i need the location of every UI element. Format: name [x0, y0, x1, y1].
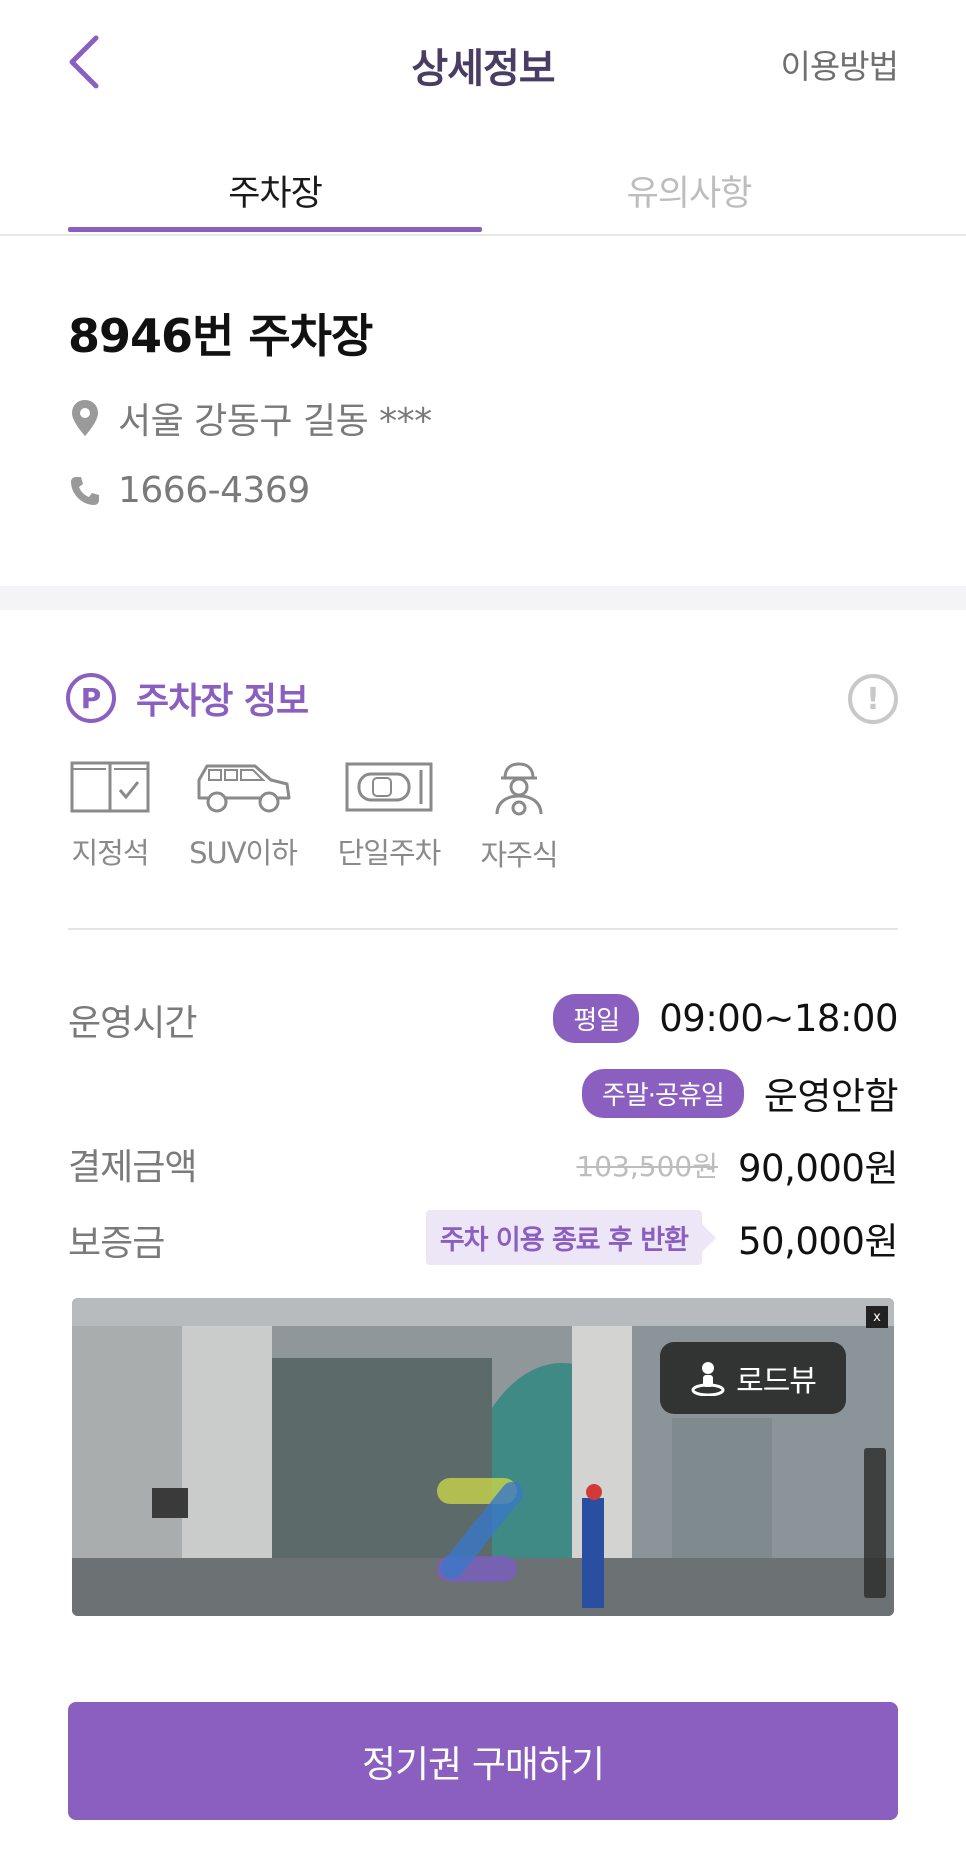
- weekday-hours: 09:00~18:00: [659, 997, 898, 1040]
- info-alert-icon[interactable]: !: [848, 674, 898, 724]
- roadview-panel[interactable]: 로드뷰 x: [72, 1298, 894, 1616]
- weekday-hours-row: 평일 09:00~18:00: [553, 994, 898, 1043]
- weekday-tag: 평일: [553, 994, 640, 1043]
- payment-label: 결제금액: [68, 1147, 197, 1188]
- feature-suv: SUV이하: [180, 760, 306, 872]
- tab-parking-lot[interactable]: 주차장: [68, 165, 482, 216]
- tab-precautions[interactable]: 유의사항: [482, 165, 896, 216]
- roadview-label: 로드뷰: [736, 1364, 817, 1399]
- weekend-tag: 주말·공휴일: [581, 1068, 744, 1118]
- phone-row[interactable]: 1666-4369: [68, 470, 310, 511]
- section-separator: [0, 586, 966, 610]
- feature-label: SUV이하: [189, 836, 298, 870]
- phone-icon: [68, 471, 102, 511]
- deposit-note: 주차 이용 종료 후 반환: [425, 1210, 717, 1265]
- suv-icon: [197, 764, 291, 813]
- weekend-hours: 운영안함: [763, 1075, 899, 1118]
- address-text: 서울 강동구 길동 ***: [118, 401, 432, 442]
- tab-bar: 주차장 유의사항: [0, 135, 966, 236]
- feature-label: 단일주차: [337, 836, 442, 870]
- person-pin-icon: [691, 1362, 725, 1396]
- active-tab-indicator: [68, 227, 482, 232]
- deposit-row: 주차 이용 종료 후 반환 50,000원: [425, 1210, 899, 1265]
- phone-number[interactable]: 1666-4369: [118, 470, 310, 511]
- lot-name: 8946번 주차장: [68, 309, 373, 363]
- feature-self-parking: 자주식: [470, 760, 568, 874]
- address-row: 서울 강동구 길동 ***: [68, 392, 432, 444]
- payment-row: 103,500원 90,000원: [576, 1138, 898, 1192]
- single-parking-icon: [345, 762, 433, 812]
- self-parking-driver-icon: [495, 762, 543, 816]
- roadview-close-button[interactable]: x: [866, 1306, 888, 1328]
- deposit-label: 보증금: [68, 1223, 165, 1264]
- parking-p-icon: P: [66, 673, 116, 723]
- feature-label: 자주식: [480, 838, 558, 872]
- header: 상세정보 이용방법: [0, 0, 966, 125]
- section-title: 주차장 정보: [136, 681, 309, 722]
- divider: [68, 928, 898, 930]
- feature-label: 지정석: [71, 836, 149, 870]
- buy-pass-button[interactable]: 정기권 구매하기: [68, 1702, 898, 1820]
- reserved-seat-icon: [70, 761, 150, 813]
- usage-guide-link[interactable]: 이용방법: [781, 40, 899, 88]
- parking-info-header: P 주차장 정보: [66, 672, 309, 724]
- price: 90,000원: [737, 1147, 899, 1190]
- deposit-amount: 50,000원: [737, 1219, 899, 1263]
- weekend-hours-row: 주말·공휴일 운영안함: [581, 1066, 899, 1120]
- roadview-button[interactable]: 로드뷰: [660, 1342, 846, 1414]
- feature-single-parking: 단일주차: [330, 760, 448, 872]
- location-pin-icon: [68, 398, 102, 438]
- original-price: 103,500원: [576, 1150, 718, 1183]
- feature-reserved-seat: 지정석: [56, 760, 164, 872]
- hours-label: 운영시간: [68, 1003, 197, 1044]
